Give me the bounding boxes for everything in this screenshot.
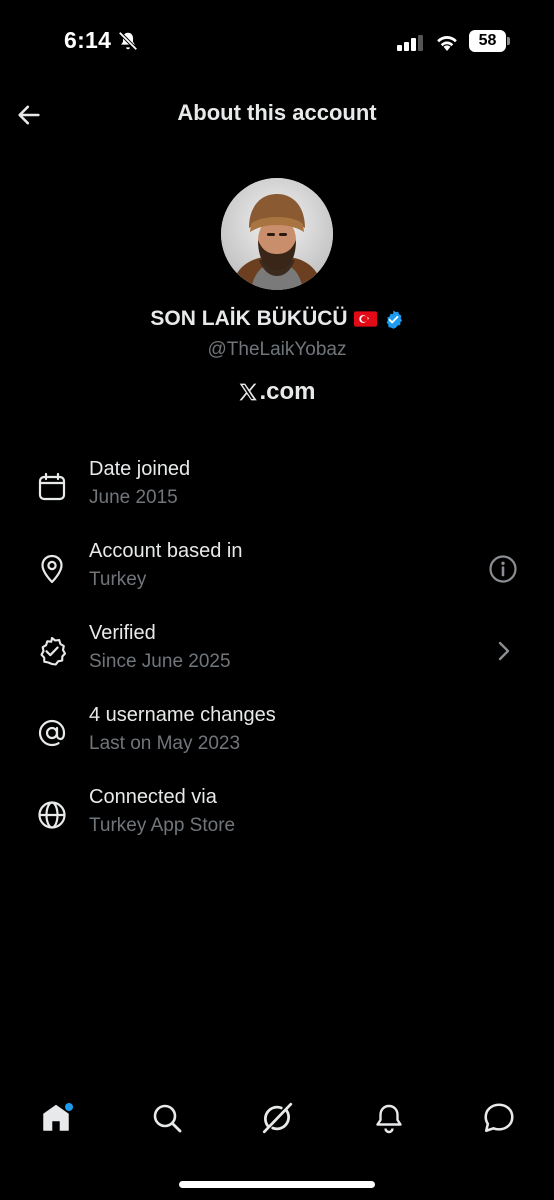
info-title: Account based in bbox=[89, 540, 243, 562]
avatar[interactable] bbox=[221, 178, 333, 290]
info-icon bbox=[489, 555, 517, 583]
cellular-signal-icon bbox=[397, 35, 423, 51]
info-title: Verified bbox=[89, 622, 156, 644]
info-subtitle: Turkey App Store bbox=[89, 815, 236, 836]
bottom-navigation bbox=[0, 1088, 554, 1148]
display-name: SON LAİK BÜKÜCÜ bbox=[150, 307, 348, 330]
nav-notifications[interactable] bbox=[369, 1098, 409, 1138]
search-icon bbox=[153, 1104, 182, 1133]
globe-icon bbox=[38, 801, 66, 829]
info-subtitle: Since June 2025 bbox=[89, 651, 231, 672]
home-indicator bbox=[179, 1181, 375, 1188]
info-title: 4 username changes bbox=[89, 704, 276, 726]
wifi-icon bbox=[437, 36, 457, 51]
bell-icon bbox=[376, 1104, 402, 1134]
x-logo-icon bbox=[239, 383, 258, 401]
notification-dot bbox=[65, 1103, 73, 1111]
nav-messages[interactable] bbox=[479, 1098, 519, 1138]
site-label: .com bbox=[259, 378, 316, 405]
info-subtitle: June 2015 bbox=[89, 487, 178, 508]
nav-search[interactable] bbox=[147, 1098, 187, 1138]
bell-off-icon bbox=[118, 31, 138, 51]
nav-grok[interactable] bbox=[257, 1098, 297, 1138]
verified-badge-icon[interactable] bbox=[383, 309, 404, 330]
info-row-username-changes: 4 username changes Last on May 2023 bbox=[0, 704, 554, 766]
battery-cap bbox=[507, 37, 510, 45]
verified-chevron-button[interactable] bbox=[488, 636, 518, 666]
location-pin-icon bbox=[41, 554, 63, 584]
info-row-connected-via: Connected via Turkey App Store bbox=[0, 786, 554, 848]
info-subtitle: Last on May 2023 bbox=[89, 733, 241, 754]
location-info-button[interactable] bbox=[488, 554, 518, 584]
avatar-image bbox=[221, 178, 333, 290]
messages-icon bbox=[484, 1103, 514, 1133]
info-title: Date joined bbox=[89, 458, 191, 480]
site-link[interactable]: .com bbox=[0, 378, 554, 406]
name-row: SON LAİK BÜKÜCÜ bbox=[0, 307, 554, 331]
turkey-flag-icon bbox=[353, 311, 377, 327]
info-title: Connected via bbox=[89, 786, 217, 808]
verified-outline-icon bbox=[40, 636, 67, 666]
at-sign-icon bbox=[38, 719, 66, 747]
info-row-account-based-in: Account based in Turkey bbox=[0, 540, 554, 602]
user-handle[interactable]: @TheLaikYobaz bbox=[0, 339, 554, 361]
nav-home[interactable] bbox=[36, 1098, 76, 1138]
info-subtitle: Turkey bbox=[89, 569, 147, 590]
page-title: About this account bbox=[177, 100, 377, 125]
chevron-right-icon bbox=[498, 641, 510, 661]
calendar-icon bbox=[38, 472, 66, 501]
status-time: 6:14 bbox=[64, 27, 112, 53]
battery-indicator: 58 bbox=[469, 30, 511, 52]
grok-icon bbox=[262, 1102, 293, 1134]
battery-level: 58 bbox=[469, 30, 506, 52]
info-row-verified[interactable]: Verified Since June 2025 bbox=[0, 622, 554, 684]
info-row-date-joined: Date joined June 2015 bbox=[0, 458, 554, 520]
status-bar: 6:14 58 bbox=[0, 0, 554, 84]
